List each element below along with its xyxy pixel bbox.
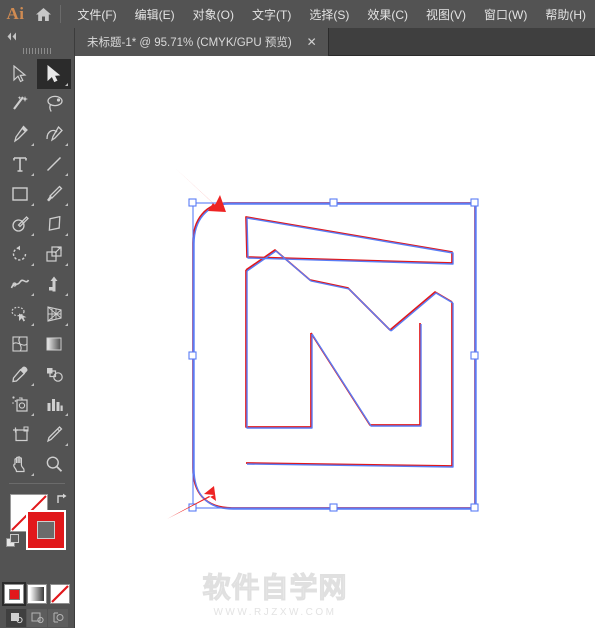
document-tab[interactable]: 未标题-1* @ 95.71% (CMYK/GPU 预览) ✕ bbox=[75, 28, 329, 56]
none-mode-button[interactable] bbox=[50, 584, 70, 604]
hand-tool[interactable] bbox=[3, 449, 37, 479]
zoom-tool[interactable] bbox=[37, 449, 71, 479]
default-fill-stroke-icon[interactable] bbox=[6, 534, 20, 548]
stroke-swatch[interactable] bbox=[26, 510, 66, 550]
menu-item-object[interactable]: 对象(O) bbox=[184, 2, 243, 27]
draw-mode-row bbox=[0, 609, 74, 627]
artwork-and-selection-layer bbox=[167, 167, 479, 519]
column-graph-tool[interactable] bbox=[37, 389, 71, 419]
menu-item-select[interactable]: 选择(S) bbox=[300, 2, 358, 27]
document-tab-title: 未标题-1* @ 95.71% (CMYK/GPU 预览) bbox=[87, 37, 292, 49]
menu-item-edit[interactable]: 编辑(E) bbox=[126, 2, 184, 27]
eyedropper-tool[interactable] bbox=[3, 359, 37, 389]
pen-tool[interactable] bbox=[3, 119, 37, 149]
type-tool[interactable] bbox=[3, 149, 37, 179]
menu-item-view[interactable]: 视图(V) bbox=[417, 2, 475, 27]
menu-item-help[interactable]: 帮助(H) bbox=[536, 2, 595, 27]
symbol-sprayer-tool[interactable] bbox=[3, 389, 37, 419]
blend-tool[interactable] bbox=[37, 359, 71, 389]
slice-tool[interactable] bbox=[37, 419, 71, 449]
handle-bottom-center bbox=[329, 503, 338, 512]
handle-top-center bbox=[329, 198, 338, 207]
lasso-tool[interactable] bbox=[37, 89, 71, 119]
fill-stroke-swatches bbox=[0, 488, 75, 580]
menu-bar: Ai 文件(F) 编辑(E) 对象(O) 文字(T) 选择(S) 效果(C) 视… bbox=[0, 0, 595, 28]
eraser-tool[interactable] bbox=[37, 209, 71, 239]
shaper-tool[interactable] bbox=[3, 209, 37, 239]
handle-bottom-right bbox=[470, 503, 479, 512]
tools-panel: ••• bbox=[0, 28, 75, 628]
menu-item-effect[interactable]: 效果(C) bbox=[358, 2, 417, 27]
handle-middle-right bbox=[470, 351, 479, 360]
curvature-tool[interactable] bbox=[37, 119, 71, 149]
menu-item-list: 文件(F) 编辑(E) 对象(O) 文字(T) 选择(S) 效果(C) 视图(V… bbox=[68, 2, 595, 27]
handle-top-right bbox=[470, 198, 479, 207]
magic-wand-tool[interactable] bbox=[3, 89, 37, 119]
draw-behind-button[interactable] bbox=[27, 609, 47, 627]
perspective-grid-tool[interactable] bbox=[37, 299, 71, 329]
illustrator-window: Ai 文件(F) 编辑(E) 对象(O) 文字(T) 选择(S) 效果(C) 视… bbox=[0, 0, 595, 628]
paintbrush-tool[interactable] bbox=[37, 179, 71, 209]
rotate-tool[interactable] bbox=[3, 239, 37, 269]
handle-middle-left bbox=[188, 351, 197, 360]
draw-normal-button[interactable] bbox=[6, 609, 26, 627]
scale-tool[interactable] bbox=[37, 239, 71, 269]
rectangle-tool[interactable] bbox=[3, 179, 37, 209]
artboard-tool[interactable] bbox=[3, 419, 37, 449]
draw-inside-button[interactable] bbox=[48, 609, 68, 627]
app-logo: Ai bbox=[6, 4, 25, 23]
arrow-annotation-top bbox=[174, 167, 226, 212]
shape-builder-tool[interactable] bbox=[3, 299, 37, 329]
menu-divider bbox=[59, 5, 61, 23]
menu-item-file[interactable]: 文件(F) bbox=[68, 2, 125, 27]
swap-fill-stroke-icon[interactable] bbox=[55, 492, 69, 506]
inner-wedge-stroke bbox=[245, 216, 453, 264]
annotation-arrows bbox=[167, 167, 226, 519]
artboard-canvas[interactable]: 软件自学网 WWW.RJZXW.COM bbox=[75, 56, 595, 628]
panel-drag-handle[interactable] bbox=[0, 44, 74, 57]
line-segment-tool[interactable] bbox=[37, 149, 71, 179]
color-mode-row bbox=[0, 582, 74, 606]
selection-tool[interactable] bbox=[3, 59, 37, 89]
m-logo-artwork bbox=[192, 202, 476, 509]
tool-grid bbox=[3, 59, 71, 479]
width-tool[interactable] bbox=[3, 269, 37, 299]
document-tab-bar: 未标题-1* @ 95.71% (CMYK/GPU 预览) ✕ bbox=[75, 28, 595, 56]
toolbar-divider bbox=[9, 483, 65, 484]
mesh-tool[interactable] bbox=[3, 329, 37, 359]
menu-item-type[interactable]: 文字(T) bbox=[243, 2, 300, 27]
color-mode-button[interactable] bbox=[2, 582, 26, 606]
selection-path-overlay bbox=[193, 203, 477, 510]
free-transform-tool[interactable] bbox=[37, 269, 71, 299]
home-icon[interactable] bbox=[31, 0, 56, 28]
close-icon[interactable]: ✕ bbox=[304, 34, 320, 50]
collapse-panel-icon[interactable] bbox=[0, 28, 74, 44]
direct-selection-tool[interactable] bbox=[37, 59, 71, 89]
gradient-tool[interactable] bbox=[37, 329, 71, 359]
handle-top-left bbox=[188, 198, 197, 207]
menu-item-window[interactable]: 窗口(W) bbox=[475, 2, 536, 27]
gradient-mode-button[interactable] bbox=[27, 584, 47, 604]
stroke-swatch-inner bbox=[37, 521, 55, 539]
